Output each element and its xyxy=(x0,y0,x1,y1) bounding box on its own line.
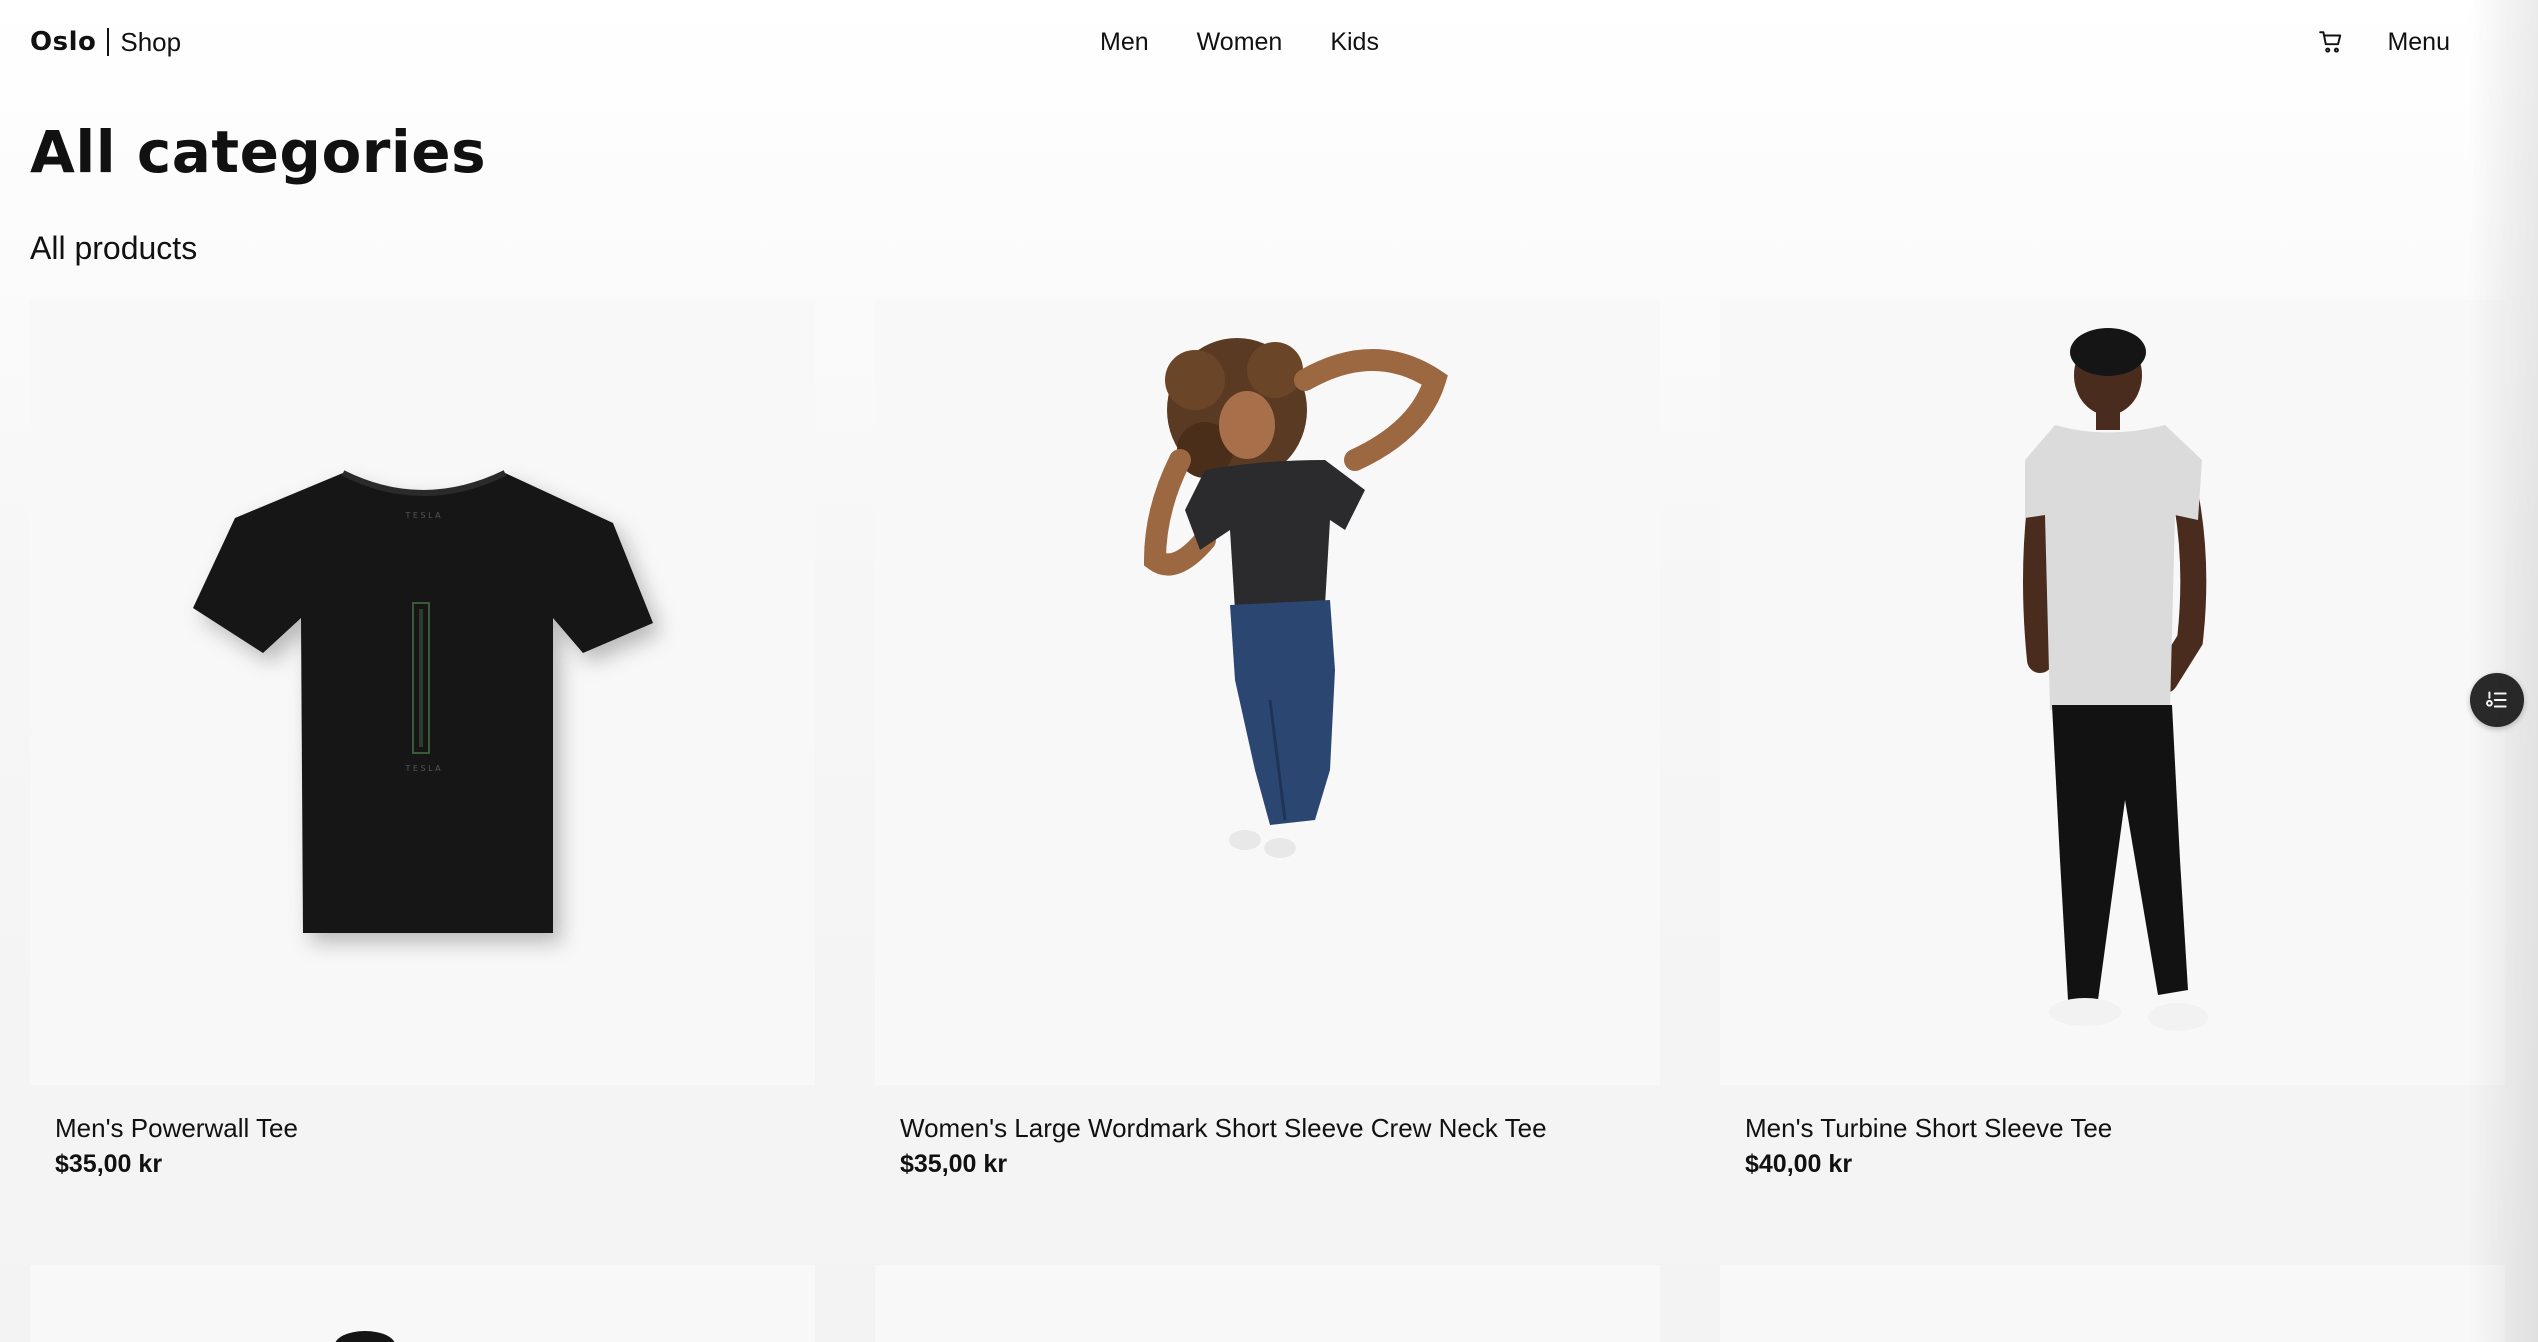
nav-men[interactable]: Men xyxy=(1100,28,1149,57)
product-image[interactable] xyxy=(875,1265,1660,1342)
page: Oslo Shop Men Women Kids Menu All catego… xyxy=(0,0,2538,1342)
product-image[interactable] xyxy=(875,300,1660,1085)
nav-women[interactable]: Women xyxy=(1197,28,1283,57)
section-title: All products xyxy=(30,230,198,266)
brand-subtitle: Shop xyxy=(120,26,182,57)
black-tshirt-image: T E S L A T E S L A xyxy=(192,469,653,933)
cart-icon[interactable] xyxy=(2315,26,2347,58)
product-info: Men's Powerwall Tee $35,00 kr xyxy=(30,1085,815,1181)
product-price: $35,00 kr xyxy=(55,1150,163,1178)
product-image[interactable] xyxy=(1720,1265,2505,1342)
page-title: All categories xyxy=(30,118,487,186)
brand-logo[interactable]: Oslo Shop xyxy=(30,26,181,58)
product-name[interactable]: Men's Powerwall Tee xyxy=(55,1111,790,1145)
nav-kids[interactable]: Kids xyxy=(1330,28,1379,57)
product-card-partial[interactable] xyxy=(30,1265,815,1342)
filter-settings-icon[interactable] xyxy=(2470,673,2524,727)
product-card-partial[interactable] xyxy=(875,1265,1660,1342)
main-nav: Men Women Kids xyxy=(1100,26,1379,58)
svg-text:T E S L A: T E S L A xyxy=(404,764,441,773)
product-card[interactable]: T E S L A T E S L A Men's Powerwall Tee … xyxy=(30,300,815,1181)
product-name[interactable]: Women's Large Wordmark Short Sleeve Crew… xyxy=(900,1111,1635,1145)
woman-jumping-image xyxy=(1143,338,1448,858)
header-actions: Menu xyxy=(2315,22,2450,62)
product-info: Women's Large Wordmark Short Sleeve Crew… xyxy=(875,1085,1660,1181)
brand-name: Oslo xyxy=(30,27,97,57)
top-header: Oslo Shop Men Women Kids Menu xyxy=(0,0,2538,84)
product-card[interactable]: Women's Large Wordmark Short Sleeve Crew… xyxy=(875,300,1660,1181)
product-card[interactable]: Men's Turbine Short Sleeve Tee $40,00 kr xyxy=(1720,300,2505,1181)
svg-text:T E S L A: T E S L A xyxy=(404,511,441,520)
product-price: $40,00 kr xyxy=(1745,1150,1853,1178)
partial-product-image xyxy=(335,1331,395,1342)
product-image[interactable]: T E S L A T E S L A xyxy=(30,300,815,1085)
product-image[interactable] xyxy=(1720,300,2505,1085)
brand-divider xyxy=(107,28,110,56)
product-name[interactable]: Men's Turbine Short Sleeve Tee xyxy=(1745,1111,2480,1145)
menu-button[interactable]: Menu xyxy=(2387,28,2450,57)
product-info: Men's Turbine Short Sleeve Tee $40,00 kr xyxy=(1720,1085,2505,1181)
product-image[interactable] xyxy=(30,1265,815,1342)
man-standing-image xyxy=(2023,328,2208,1031)
product-price: $35,00 kr xyxy=(900,1150,1008,1178)
product-card-partial[interactable] xyxy=(1720,1265,2505,1342)
